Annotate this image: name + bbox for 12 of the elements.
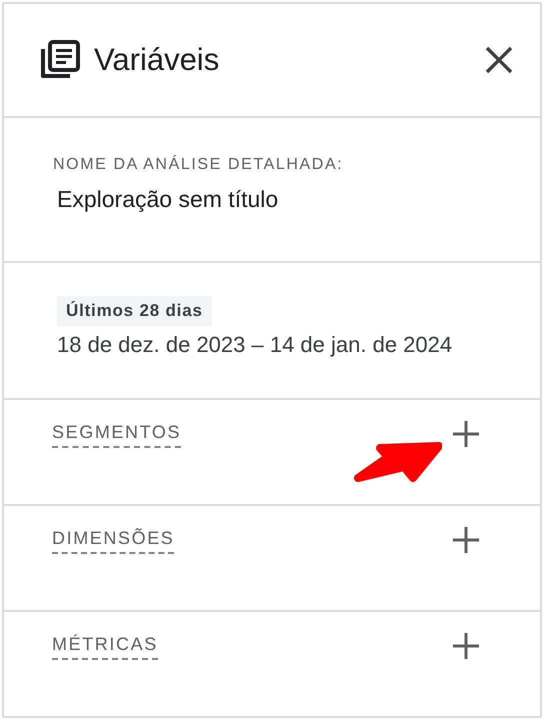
panel-title: Variáveis <box>94 42 220 78</box>
add-icon[interactable] <box>452 526 480 554</box>
document-icon <box>40 40 80 80</box>
section-label: MÉTRICAS <box>52 634 158 660</box>
exploration-name[interactable]: Exploração sem título <box>53 186 540 213</box>
date-preset[interactable]: Últimos 28 dias <box>57 296 212 326</box>
section-label: SEGMENTOS <box>52 422 182 448</box>
date-range[interactable]: 18 de dez. de 2023 – 14 de jan. de 2024 <box>57 332 540 358</box>
add-icon[interactable] <box>452 632 480 660</box>
field-label: NOME DA ANÁLISE DETALHADA: <box>53 156 344 174</box>
section-label: DIMENSÕES <box>52 528 174 554</box>
add-icon[interactable] <box>452 420 480 448</box>
